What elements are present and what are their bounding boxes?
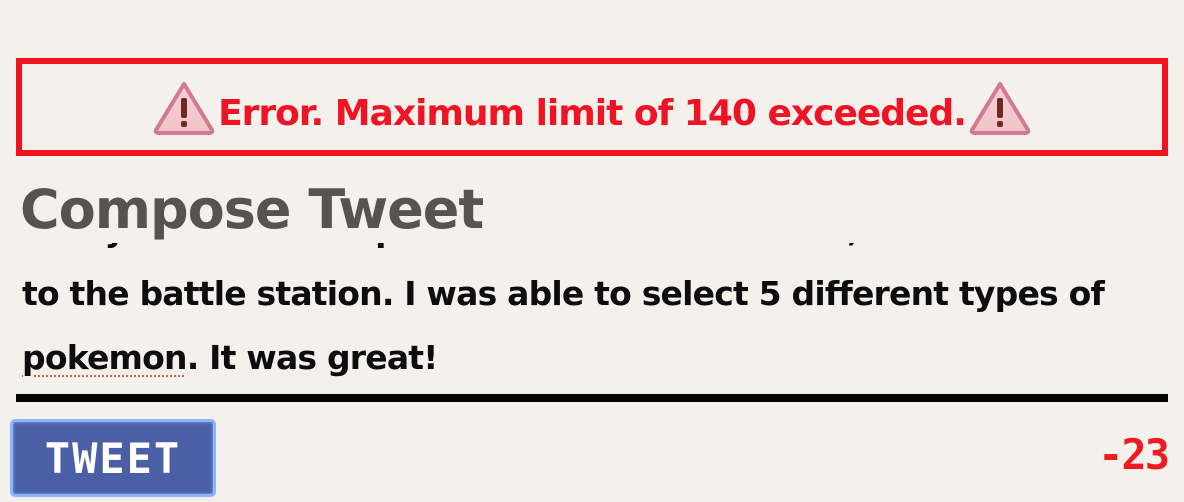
misspelled-word: pokemon — [22, 338, 187, 377]
tweet-text-after: . It was great! — [186, 338, 439, 377]
tweet-text: Today I went to the pokemon store at the… — [22, 243, 1156, 390]
tweet-button[interactable]: TWEET — [10, 419, 216, 497]
textarea-underline — [16, 394, 1168, 402]
error-message: Error. Maximum limit of 140 exceeded. — [218, 92, 967, 134]
warning-triangle-icon — [968, 80, 1032, 136]
error-content: Error. Maximum limit of 140 exceeded. — [152, 80, 1032, 136]
error-banner: Error. Maximum limit of 140 exceeded. — [16, 58, 1168, 156]
warning-triangle-icon — [152, 80, 216, 136]
page-title: Compose Tweet — [20, 178, 484, 241]
tweet-text-before: Today I went to the pokemon store at the… — [22, 243, 1152, 313]
tweet-textarea[interactable]: Today I went to the pokemon store at the… — [16, 243, 1168, 394]
remaining-character-count: -23 — [1098, 430, 1170, 479]
